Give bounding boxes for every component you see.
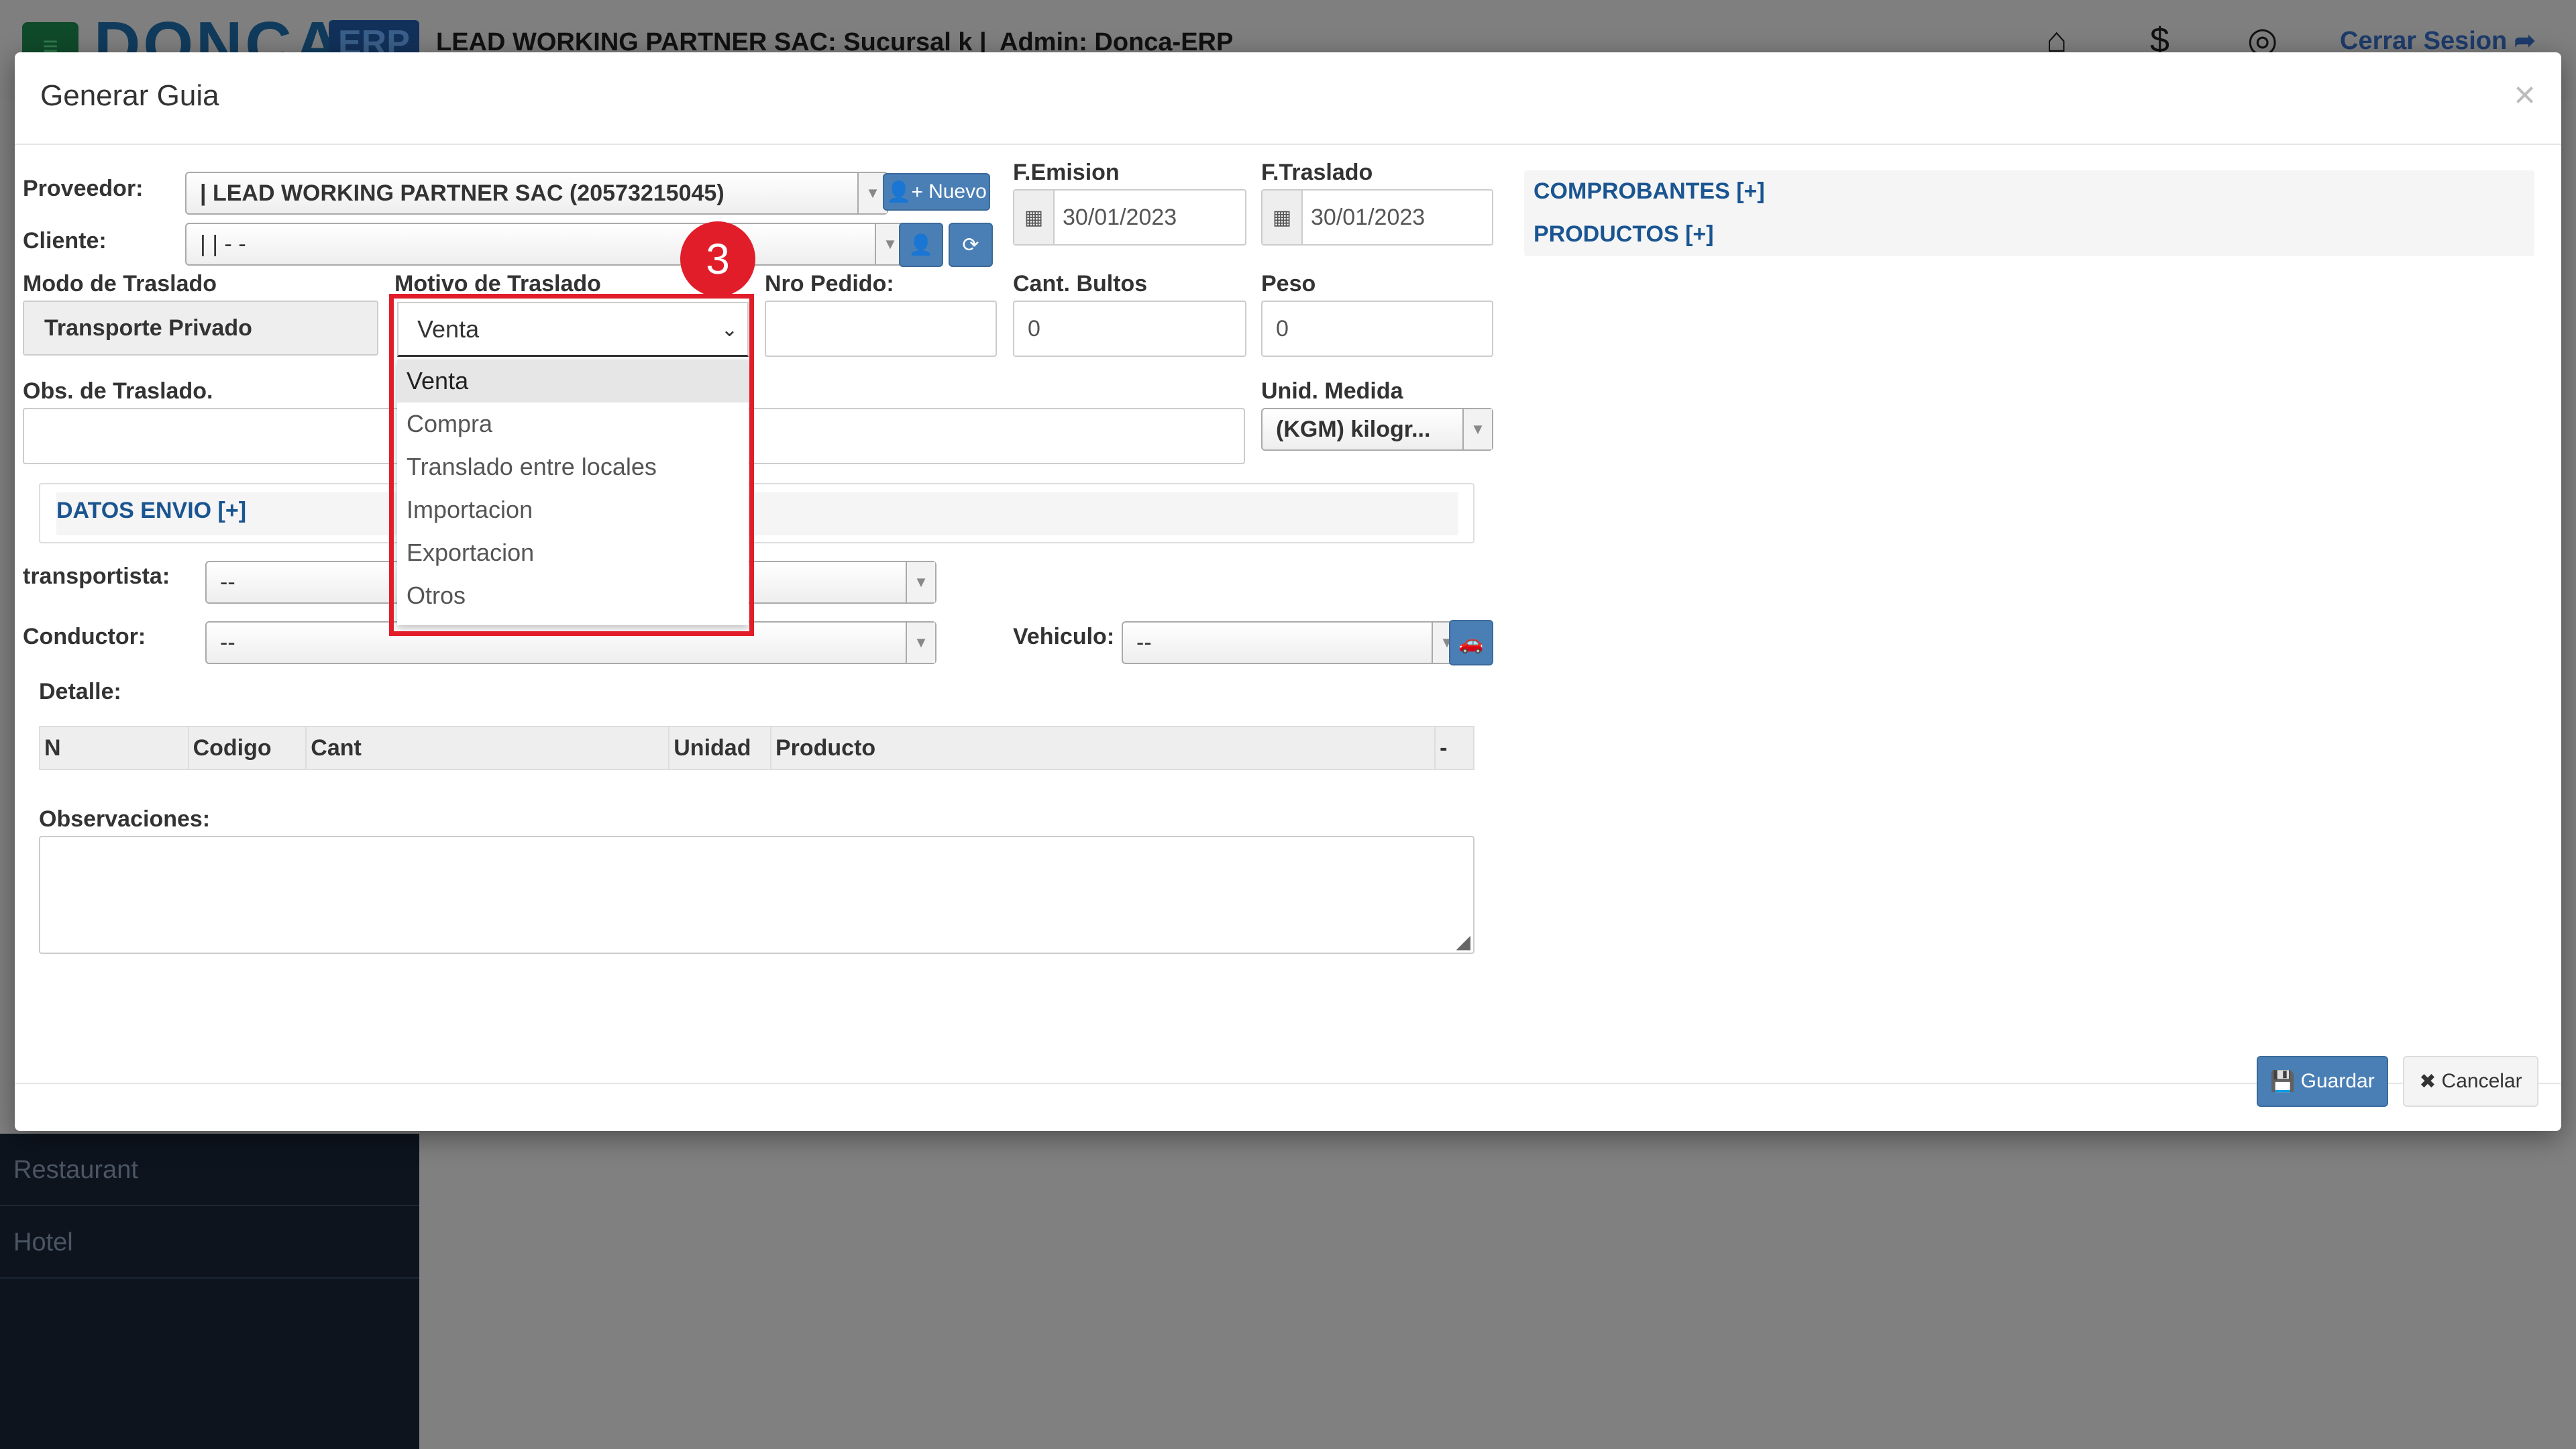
save-icon: 💾 [2270,1070,2296,1093]
conductor-value: -- [220,629,235,655]
add-user-icon: 👤 [908,233,934,256]
chevron-down-icon: ▼ [906,623,935,663]
productos-toggle[interactable]: PRODUCTOS [+] [1534,221,1714,248]
column-header: Unidad [669,727,771,769]
close-icon[interactable]: × [2514,72,2536,116]
guardar-button[interactable]: 💾 Guardar [2257,1056,2388,1107]
observaciones-textarea[interactable]: ◢ [39,836,1474,954]
vehiculo-label: Vehiculo: [1013,624,1115,649]
f-traslado-label: F.Traslado [1261,160,1373,185]
proveedor-label: Proveedor: [23,176,144,201]
step-highlight-box [389,294,754,636]
column-header: N [40,727,189,769]
car-icon: 🚗 [1458,631,1484,654]
cliente-value: | | - - [200,231,246,257]
calendar-icon: ▦ [1263,191,1303,244]
transportista-value: -- [220,569,235,595]
logout-label[interactable]: Cerrar Sesion [2340,27,2507,55]
nro-pedido-label: Nro Pedido: [765,271,894,297]
comprobantes-toggle[interactable]: COMPROBANTES [+] [1534,178,1765,205]
proveedor-value: | LEAD WORKING PARTNER SAC (20573215045) [200,180,724,206]
cliente-label: Cliente: [23,228,107,254]
add-user-icon: 👤+ [886,180,924,203]
f-emision-value: 30/01/2023 [1063,204,1177,230]
conductor-label: Conductor: [23,624,146,649]
datos-envio-panel [39,483,1474,543]
peso-input[interactable]: 0 [1261,301,1493,357]
nuevo-proveedor-button[interactable]: 👤+ Nuevo [883,173,990,211]
f-traslado-value: 30/01/2023 [1311,204,1426,230]
add-cliente-button[interactable]: 👤 [899,223,943,267]
proveedor-select[interactable]: | LEAD WORKING PARTNER SAC (20573215045)… [185,172,888,215]
step-number-badge: 3 [680,221,755,297]
column-header: Cant [307,727,670,769]
logout-link[interactable]: Cerrar Sesion ➦ [2340,25,2536,56]
cant-bultos-label: Cant. Bultos [1013,271,1148,297]
nro-pedido-input[interactable] [765,301,997,357]
column-header: Codigo [189,727,307,769]
cant-bultos-input[interactable]: 0 [1013,301,1246,357]
modo-traslado-field: Transporte Privado [23,301,378,356]
sidebar-item-hotel[interactable]: Hotel [0,1206,419,1279]
vehiculo-select[interactable]: -- ▼ [1122,621,1462,664]
vehiculo-value: -- [1136,629,1152,655]
column-header: - [1440,735,1448,761]
chevron-down-icon: ▼ [906,562,935,602]
cliente-select[interactable]: | | - - ▼ [185,223,906,266]
cancelar-button[interactable]: ✖ Cancelar [2403,1056,2538,1107]
sidebar: Restaurant Hotel [0,1134,419,1449]
modal-footer-divider [15,1083,2561,1084]
modo-traslado-label: Modo de Traslado [23,271,217,297]
f-emision-input[interactable]: ▦ 30/01/2023 [1013,189,1246,246]
calendar-icon: ▦ [1014,191,1055,244]
column-header: Producto [771,727,1436,769]
sidebar-item-restaurant[interactable]: Restaurant [0,1134,419,1206]
refresh-icon: ⟳ [962,233,979,256]
f-traslado-input[interactable]: ▦ 30/01/2023 [1261,189,1493,246]
cancelar-label: Cancelar [2441,1070,2522,1092]
detalle-label: Detalle: [39,679,121,704]
chevron-down-icon: ▼ [1462,409,1492,449]
peso-label: Peso [1261,271,1316,297]
obs-traslado-label: Obs. de Traslado. [23,378,213,404]
transportista-label: transportista: [23,564,170,589]
nuevo-label: Nuevo [928,180,987,203]
close-icon: ✖ [2419,1070,2436,1093]
add-vehiculo-button[interactable]: 🚗 [1449,620,1493,665]
datos-envio-toggle[interactable]: DATOS ENVIO [+] [56,498,246,524]
refresh-cliente-button[interactable]: ⟳ [949,223,993,267]
resize-handle-icon[interactable]: ◢ [1456,930,1470,953]
unid-medida-select[interactable]: (KGM) kilogr... ▼ [1261,408,1493,451]
unid-medida-label: Unid. Medida [1261,378,1403,404]
f-emision-label: F.Emision [1013,160,1120,185]
unid-medida-value: (KGM) kilogr... [1276,416,1431,442]
modal-title: Generar Guia [40,79,219,112]
modal-header: Generar Guia × [15,52,2561,145]
detalle-table-header: N Codigo Cant Unidad Producto - [39,726,1474,770]
guardar-label: Guardar [2300,1070,2375,1092]
observaciones-label: Observaciones: [39,806,211,832]
